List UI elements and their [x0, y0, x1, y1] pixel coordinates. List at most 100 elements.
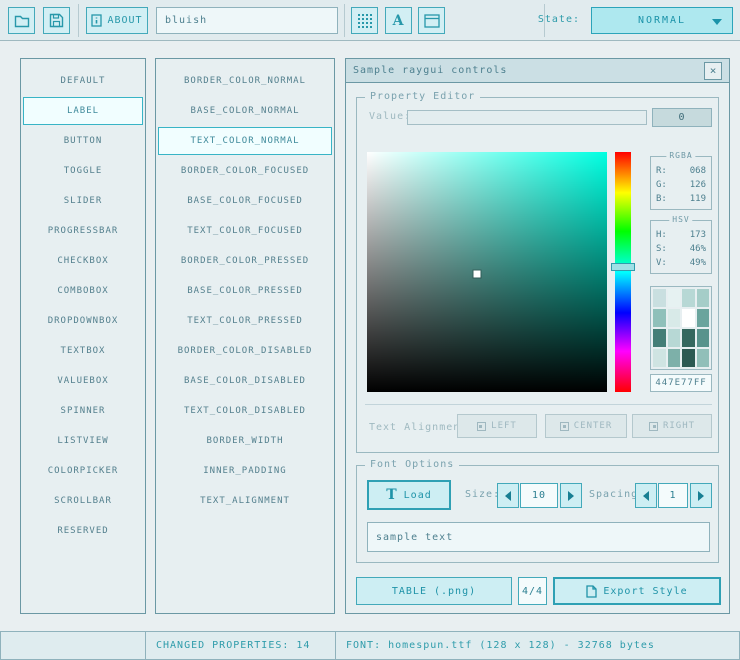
color-cursor[interactable]	[474, 271, 481, 278]
r-label: R:	[656, 164, 667, 178]
list-item-inner_padding[interactable]: INNER_PADDING	[158, 457, 332, 485]
color-swatch[interactable]	[682, 309, 695, 327]
list-item-border_color_normal[interactable]: BORDER_COLOR_NORMAL	[158, 67, 332, 95]
color-swatch[interactable]	[653, 289, 666, 307]
list-item-text_color_disabled[interactable]: TEXT_COLOR_DISABLED	[158, 397, 332, 425]
color-swatch[interactable]	[668, 289, 681, 307]
color-swatch[interactable]	[682, 349, 695, 367]
state-dropdown[interactable]: NORMAL	[591, 7, 733, 34]
list-item-base_color_focused[interactable]: BASE_COLOR_FOCUSED	[158, 187, 332, 215]
export-style-label: Export Style	[603, 586, 687, 597]
color-swatch[interactable]	[653, 349, 666, 367]
align-center-button[interactable]: CENTER	[545, 414, 627, 438]
align-right-button[interactable]: RIGHT	[632, 414, 712, 438]
align-center-label: CENTER	[574, 421, 613, 431]
open-style-button[interactable]	[8, 7, 35, 34]
chevron-right-icon	[568, 491, 574, 501]
align-left-label: LEFT	[491, 421, 517, 431]
list-item-combobox[interactable]: COMBOBOX	[23, 277, 143, 305]
color-swatch[interactable]	[697, 289, 710, 307]
list-item-listview[interactable]: LISTVIEW	[23, 427, 143, 455]
list-item-dropdownbox[interactable]: DROPDOWNBOX	[23, 307, 143, 335]
color-swatch[interactable]	[682, 289, 695, 307]
list-item-text_alignment[interactable]: TEXT_ALIGNMENT	[158, 487, 332, 515]
font-atlas-button[interactable]: A	[385, 7, 412, 34]
hue-bar[interactable]	[615, 152, 631, 392]
list-item-border_width[interactable]: BORDER_WIDTH	[158, 427, 332, 455]
list-item-valuebox[interactable]: VALUEBOX	[23, 367, 143, 395]
state-label: State:	[538, 14, 580, 25]
spacing-decrement-button[interactable]	[635, 483, 657, 508]
list-item-border_color_focused[interactable]: BORDER_COLOR_FOCUSED	[158, 157, 332, 185]
style-name-input[interactable]	[156, 7, 338, 34]
color-swatch[interactable]	[668, 309, 681, 327]
align-right-icon	[649, 422, 658, 431]
list-item-spinner[interactable]: SPINNER	[23, 397, 143, 425]
folder-open-icon	[14, 14, 30, 28]
color-swatch[interactable]	[682, 329, 695, 347]
list-item-reserved[interactable]: RESERVED	[23, 517, 143, 545]
color-swatch[interactable]	[697, 329, 710, 347]
color-swatch[interactable]	[668, 329, 681, 347]
color-swatch[interactable]	[653, 309, 666, 327]
color-swatch[interactable]	[697, 349, 710, 367]
size-value-box[interactable]: 10	[520, 483, 558, 508]
color-gradient[interactable]	[367, 152, 607, 392]
close-icon[interactable]: ×	[704, 62, 722, 80]
list-item-label[interactable]: LABEL	[23, 97, 143, 125]
list-item-text_color_pressed[interactable]: TEXT_COLOR_PRESSED	[158, 307, 332, 335]
hue-slider-handle[interactable]	[611, 263, 635, 271]
list-item-button[interactable]: BUTTON	[23, 127, 143, 155]
value-box[interactable]: 0	[652, 108, 712, 127]
size-increment-button[interactable]	[560, 483, 582, 508]
color-swatch[interactable]	[668, 349, 681, 367]
font-options-group-label: Font Options	[365, 459, 459, 470]
export-style-button[interactable]: Export Style	[553, 577, 721, 605]
list-item-progressbar[interactable]: PROGRESSBAR	[23, 217, 143, 245]
r-value: 068	[690, 164, 706, 178]
b-value: 119	[690, 192, 706, 206]
align-left-button[interactable]: LEFT	[457, 414, 537, 438]
list-item-text_color_normal[interactable]: TEXT_COLOR_NORMAL	[158, 127, 332, 155]
about-label: ABOUT	[107, 15, 142, 26]
list-item-base_color_disabled[interactable]: BASE_COLOR_DISABLED	[158, 367, 332, 395]
window-titlebar[interactable]: Sample raygui controls ×	[346, 59, 729, 83]
color-swatch[interactable]	[697, 309, 710, 327]
size-decrement-button[interactable]	[497, 483, 519, 508]
save-icon	[49, 13, 64, 28]
about-button[interactable]: ABOUT	[86, 7, 148, 34]
save-style-button[interactable]	[43, 7, 70, 34]
font-load-icon: T	[386, 488, 397, 502]
font-load-button[interactable]: T Load	[367, 480, 451, 510]
style-window-button[interactable]	[418, 7, 445, 34]
v-value: 49%	[690, 256, 706, 270]
status-cell-empty	[0, 631, 146, 660]
list-item-border_color_disabled[interactable]: BORDER_COLOR_DISABLED	[158, 337, 332, 365]
style-table-button[interactable]	[351, 7, 378, 34]
color-swatch[interactable]	[653, 329, 666, 347]
list-item-base_color_pressed[interactable]: BASE_COLOR_PRESSED	[158, 277, 332, 305]
list-item-base_color_normal[interactable]: BASE_COLOR_NORMAL	[158, 97, 332, 125]
list-item-default[interactable]: DEFAULT	[23, 67, 143, 95]
property-editor-group: Property Editor Value: 0 RGBA R: 068 G:	[356, 97, 719, 453]
list-item-colorpicker[interactable]: COLORPICKER	[23, 457, 143, 485]
export-counter-box[interactable]: 4/4	[518, 577, 547, 605]
size-value: 10	[532, 490, 546, 501]
hsv-hue-row: H: 173	[651, 228, 711, 242]
spacing-value-box[interactable]: 1	[658, 483, 688, 508]
list-item-toggle[interactable]: TOGGLE	[23, 157, 143, 185]
spacing-increment-button[interactable]	[690, 483, 712, 508]
value-slider[interactable]	[407, 110, 647, 125]
table-png-button[interactable]: TABLE (.png)	[356, 577, 512, 605]
table-png-label: TABLE (.png)	[392, 586, 476, 597]
list-item-textbox[interactable]: TEXTBOX	[23, 337, 143, 365]
list-item-border_color_pressed[interactable]: BORDER_COLOR_PRESSED	[158, 247, 332, 275]
hex-value-box[interactable]: 447E77FF	[650, 374, 712, 392]
list-item-checkbox[interactable]: CHECKBOX	[23, 247, 143, 275]
list-item-slider[interactable]: SLIDER	[23, 187, 143, 215]
rgba-panel: RGBA R: 068 G: 126 B: 119	[650, 156, 712, 210]
list-item-scrollbar[interactable]: SCROLLBAR	[23, 487, 143, 515]
list-item-text_color_focused[interactable]: TEXT_COLOR_FOCUSED	[158, 217, 332, 245]
sample-text-input[interactable]	[367, 522, 710, 552]
sample-window: Sample raygui controls × Property Editor…	[345, 58, 730, 614]
